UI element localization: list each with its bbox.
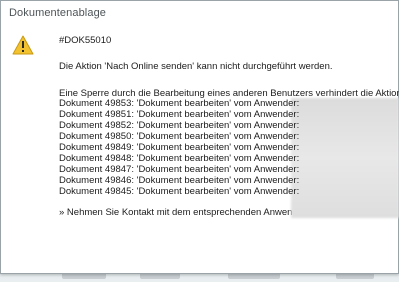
dialog-content: #DOK55010 Die Aktion 'Nach Online senden… (1, 27, 399, 273)
dialog-title: Dokumentenablage (9, 7, 107, 19)
list-item: Dokument 49847: 'Dokument bearbeiten' vo… (59, 163, 300, 175)
error-code: #DOK55010 (59, 35, 112, 46)
message-body: #DOK55010 Die Aktion 'Nach Online senden… (59, 35, 399, 219)
error-message: Die Aktion 'Nach Online senden' kann nic… (59, 60, 333, 72)
locked-document-list: Dokument 49853: 'Dokument bearbeiten' vo… (59, 98, 399, 219)
message-dialog: Dokumentenablage #DOK55010 Die Aktion 'N… (0, 0, 399, 274)
list-item: Dokument 49845: 'Dokument bearbeiten' vo… (59, 185, 300, 197)
dialog-titlebar[interactable]: Dokumentenablage (1, 1, 398, 27)
warning-icon (12, 35, 34, 55)
list-item: Dokument 49846: 'Dokument bearbeiten' vo… (59, 174, 300, 186)
